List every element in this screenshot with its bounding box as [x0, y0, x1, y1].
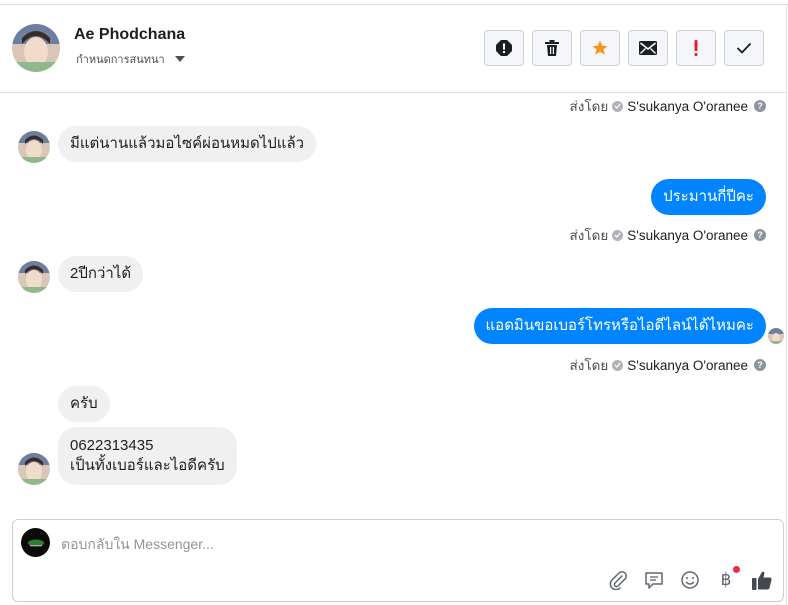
- page-avatar: [21, 528, 50, 557]
- contact-avatar-small: [18, 453, 50, 485]
- contact-avatar-small: [18, 131, 50, 163]
- sent-by-row: ส่งโดย S'sukanya O'oranee ?: [569, 95, 766, 117]
- verified-icon: [612, 100, 624, 112]
- star-button[interactable]: [580, 30, 620, 66]
- message-thread[interactable]: ส่งโดย S'sukanya O'oranee ? มีแต่นานแล้ว…: [0, 93, 786, 513]
- right-divider: [786, 4, 787, 605]
- incoming-message[interactable]: 2ปีกว่าได้: [58, 256, 144, 292]
- chevron-down-icon: [174, 56, 185, 62]
- header-actions: [484, 30, 764, 66]
- sent-by-name[interactable]: S'sukanya O'oranee: [627, 358, 748, 373]
- attach-button[interactable]: [607, 569, 629, 591]
- assign-conversation-dropdown[interactable]: กำหนดการสนทนา: [76, 50, 185, 68]
- notification-dot: [733, 566, 740, 573]
- composer-tools: ฿: [607, 566, 773, 591]
- reply-composer: ฿: [12, 519, 784, 602]
- star-icon: [592, 40, 608, 55]
- mark-done-button[interactable]: [724, 30, 764, 66]
- outgoing-message[interactable]: แอดมินขอเบอร์โทรหรือไอดีไลน์ได้ไหมคะ: [473, 308, 766, 344]
- exclamation-icon: [694, 40, 698, 56]
- envelope-icon: [639, 41, 657, 55]
- contact-name[interactable]: Ae Phodchana: [74, 26, 185, 44]
- check-icon: [736, 42, 752, 54]
- incoming-message[interactable]: มีแต่นานแล้วมอไซค์ผ่อนหมดไปแล้ว: [58, 126, 317, 162]
- help-icon[interactable]: ?: [754, 100, 766, 112]
- sent-by-row: ส่งโดย S'sukanya O'oranee ?: [569, 354, 766, 376]
- message-line: 0622313435: [70, 437, 154, 454]
- help-icon[interactable]: ?: [754, 229, 766, 241]
- verified-icon: [612, 359, 624, 371]
- saved-replies-icon: [645, 572, 663, 589]
- delete-button[interactable]: [532, 30, 572, 66]
- reply-input[interactable]: [61, 534, 661, 554]
- contact-avatar-small: [18, 261, 50, 293]
- contact-avatar[interactable]: [12, 24, 60, 72]
- like-icon: [752, 571, 772, 590]
- like-button[interactable]: [751, 569, 773, 591]
- payment-icon: ฿: [720, 570, 732, 590]
- payment-button[interactable]: ฿: [715, 566, 740, 591]
- follow-up-button[interactable]: [676, 30, 716, 66]
- help-icon[interactable]: ?: [754, 359, 766, 371]
- sent-by-name[interactable]: S'sukanya O'oranee: [627, 228, 748, 243]
- trash-icon: [545, 40, 559, 56]
- attach-icon: [609, 571, 627, 590]
- message-line: เป็นทั้งเบอร์และไอดีครับ: [70, 457, 225, 474]
- incoming-message[interactable]: 0622313435 เป็นทั้งเบอร์และไอดีครับ: [58, 427, 237, 485]
- sent-by-name[interactable]: S'sukanya O'oranee: [627, 99, 748, 114]
- sent-by-row: ส่งโดย S'sukanya O'oranee ?: [569, 224, 766, 246]
- conversation-header: Ae Phodchana กำหนดการสนทนา: [0, 5, 786, 93]
- assign-label: กำหนดการสนทนา: [76, 54, 165, 66]
- mark-unread-button[interactable]: [628, 30, 668, 66]
- emoji-icon: [681, 571, 699, 589]
- saved-replies-button[interactable]: [643, 569, 665, 591]
- mark-spam-button[interactable]: [484, 30, 524, 66]
- sent-by-prefix: ส่งโดย: [569, 358, 609, 373]
- sent-by-prefix: ส่งโดย: [569, 228, 609, 243]
- emoji-button[interactable]: [679, 569, 701, 591]
- seen-avatar: [768, 328, 784, 344]
- sent-by-prefix: ส่งโดย: [569, 99, 609, 114]
- incoming-message[interactable]: ครับ: [58, 386, 110, 422]
- verified-icon: [612, 229, 624, 241]
- outgoing-message[interactable]: ประมานกี่ปีคะ: [651, 179, 766, 215]
- spam-icon: [496, 40, 512, 56]
